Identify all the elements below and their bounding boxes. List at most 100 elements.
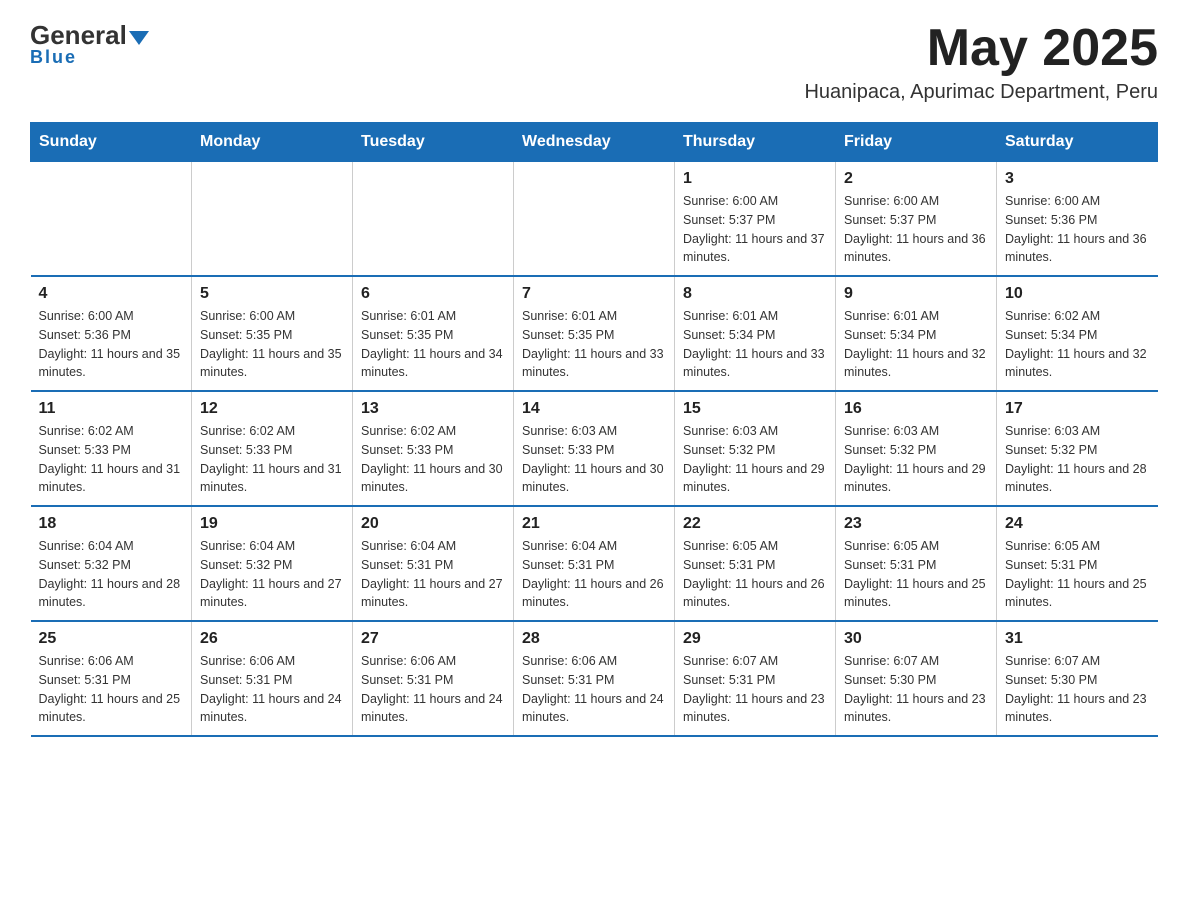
day-number: 18 xyxy=(39,515,184,533)
title-block: May 2025 Huanipaca, Apurimac Department,… xyxy=(804,20,1158,104)
week-row-2: 4Sunrise: 6:00 AMSunset: 5:36 PMDaylight… xyxy=(31,276,1158,391)
day-info: Sunrise: 6:00 AMSunset: 5:35 PMDaylight:… xyxy=(200,307,344,382)
day-number: 26 xyxy=(200,630,344,648)
day-info: Sunrise: 6:05 AMSunset: 5:31 PMDaylight:… xyxy=(1005,537,1150,612)
day-info: Sunrise: 6:00 AMSunset: 5:37 PMDaylight:… xyxy=(683,192,827,267)
day-info: Sunrise: 6:03 AMSunset: 5:33 PMDaylight:… xyxy=(522,422,666,497)
logo: General Blue xyxy=(30,20,149,68)
day-info: Sunrise: 6:03 AMSunset: 5:32 PMDaylight:… xyxy=(683,422,827,497)
calendar-cell: 15 Sunrise: 6:03 AMSunset: 5:32 PMDayligh… xyxy=(675,391,836,506)
day-number: 1 xyxy=(683,170,827,188)
day-info: Sunrise: 6:04 AMSunset: 5:32 PMDaylight:… xyxy=(200,537,344,612)
day-number: 10 xyxy=(1005,285,1150,303)
day-info: Sunrise: 6:01 AMSunset: 5:34 PMDaylight:… xyxy=(844,307,988,382)
calendar-cell: 26Sunrise: 6:06 AMSunset: 5:31 PMDayligh… xyxy=(192,621,353,736)
day-number: 27 xyxy=(361,630,505,648)
day-info: Sunrise: 6:00 AMSunset: 5:36 PMDaylight:… xyxy=(1005,192,1150,267)
calendar-cell xyxy=(353,162,514,277)
calendar-cell: 1 Sunrise: 6:00 AMSunset: 5:37 PMDaylight… xyxy=(675,162,836,277)
day-number: 5 xyxy=(200,285,344,303)
calendar-cell: 4Sunrise: 6:00 AMSunset: 5:36 PMDaylight… xyxy=(31,276,192,391)
calendar-cell: 3 Sunrise: 6:00 AMSunset: 5:36 PMDaylight… xyxy=(997,162,1158,277)
page-subtitle: Huanipaca, Apurimac Department, Peru xyxy=(804,81,1158,104)
day-number: 9 xyxy=(844,285,988,303)
day-info: Sunrise: 6:02 AMSunset: 5:33 PMDaylight:… xyxy=(200,422,344,497)
calendar-cell: 18 Sunrise: 6:04 AMSunset: 5:32 PMDayligh… xyxy=(31,506,192,621)
week-row-3: 11Sunrise: 6:02 AMSunset: 5:33 PMDayligh… xyxy=(31,391,1158,506)
day-number: 12 xyxy=(200,400,344,418)
header-wednesday: Wednesday xyxy=(514,123,675,162)
header-sunday: Sunday xyxy=(31,123,192,162)
day-number: 25 xyxy=(39,630,184,648)
day-info: Sunrise: 6:07 AMSunset: 5:30 PMDaylight:… xyxy=(1005,652,1150,727)
day-info: Sunrise: 6:00 AMSunset: 5:36 PMDaylight:… xyxy=(39,307,184,382)
day-number: 24 xyxy=(1005,515,1150,533)
page-header: General Blue May 2025 Huanipaca, Apurima… xyxy=(30,20,1158,104)
day-info: Sunrise: 6:01 AMSunset: 5:35 PMDaylight:… xyxy=(361,307,505,382)
day-info: Sunrise: 6:03 AMSunset: 5:32 PMDaylight:… xyxy=(1005,422,1150,497)
calendar-cell: 20 Sunrise: 6:04 AMSunset: 5:31 PMDayligh… xyxy=(353,506,514,621)
calendar-table: SundayMondayTuesdayWednesdayThursdayFrid… xyxy=(30,122,1158,737)
calendar-cell: 27Sunrise: 6:06 AMSunset: 5:31 PMDayligh… xyxy=(353,621,514,736)
calendar-cell: 23 Sunrise: 6:05 AMSunset: 5:31 PMDayligh… xyxy=(836,506,997,621)
day-number: 17 xyxy=(1005,400,1150,418)
day-info: Sunrise: 6:05 AMSunset: 5:31 PMDaylight:… xyxy=(683,537,827,612)
day-info: Sunrise: 6:00 AMSunset: 5:37 PMDaylight:… xyxy=(844,192,988,267)
day-info: Sunrise: 6:07 AMSunset: 5:30 PMDaylight:… xyxy=(844,652,988,727)
calendar-cell: 14 Sunrise: 6:03 AMSunset: 5:33 PMDayligh… xyxy=(514,391,675,506)
day-number: 16 xyxy=(844,400,988,418)
day-number: 30 xyxy=(844,630,988,648)
day-info: Sunrise: 6:02 AMSunset: 5:33 PMDaylight:… xyxy=(361,422,505,497)
day-info: Sunrise: 6:06 AMSunset: 5:31 PMDaylight:… xyxy=(522,652,666,727)
day-info: Sunrise: 6:04 AMSunset: 5:31 PMDaylight:… xyxy=(361,537,505,612)
day-number: 29 xyxy=(683,630,827,648)
day-info: Sunrise: 6:07 AMSunset: 5:31 PMDaylight:… xyxy=(683,652,827,727)
day-number: 3 xyxy=(1005,170,1150,188)
day-number: 31 xyxy=(1005,630,1150,648)
day-number: 23 xyxy=(844,515,988,533)
calendar-cell: 25 Sunrise: 6:06 AMSunset: 5:31 PMDayligh… xyxy=(31,621,192,736)
calendar-cell: 5 Sunrise: 6:00 AMSunset: 5:35 PMDaylight… xyxy=(192,276,353,391)
day-info: Sunrise: 6:01 AMSunset: 5:34 PMDaylight:… xyxy=(683,307,827,382)
day-info: Sunrise: 6:02 AMSunset: 5:33 PMDaylight:… xyxy=(39,422,184,497)
day-info: Sunrise: 6:05 AMSunset: 5:31 PMDaylight:… xyxy=(844,537,988,612)
day-info: Sunrise: 6:01 AMSunset: 5:35 PMDaylight:… xyxy=(522,307,666,382)
calendar-cell: 7 Sunrise: 6:01 AMSunset: 5:35 PMDaylight… xyxy=(514,276,675,391)
calendar-cell: 31 Sunrise: 6:07 AMSunset: 5:30 PMDayligh… xyxy=(997,621,1158,736)
header-monday: Monday xyxy=(192,123,353,162)
day-info: Sunrise: 6:04 AMSunset: 5:31 PMDaylight:… xyxy=(522,537,666,612)
day-number: 8 xyxy=(683,285,827,303)
day-number: 22 xyxy=(683,515,827,533)
calendar-cell: 11Sunrise: 6:02 AMSunset: 5:33 PMDayligh… xyxy=(31,391,192,506)
calendar-cell: 29 Sunrise: 6:07 AMSunset: 5:31 PMDayligh… xyxy=(675,621,836,736)
calendar-cell: 16 Sunrise: 6:03 AMSunset: 5:32 PMDayligh… xyxy=(836,391,997,506)
logo-blue-text: Blue xyxy=(30,47,77,68)
calendar-cell: 13Sunrise: 6:02 AMSunset: 5:33 PMDayligh… xyxy=(353,391,514,506)
header-friday: Friday xyxy=(836,123,997,162)
day-info: Sunrise: 6:06 AMSunset: 5:31 PMDaylight:… xyxy=(39,652,184,727)
calendar-cell: 22 Sunrise: 6:05 AMSunset: 5:31 PMDayligh… xyxy=(675,506,836,621)
calendar-cell: 9 Sunrise: 6:01 AMSunset: 5:34 PMDaylight… xyxy=(836,276,997,391)
week-row-4: 18 Sunrise: 6:04 AMSunset: 5:32 PMDayligh… xyxy=(31,506,1158,621)
day-info: Sunrise: 6:04 AMSunset: 5:32 PMDaylight:… xyxy=(39,537,184,612)
calendar-cell: 12 Sunrise: 6:02 AMSunset: 5:33 PMDayligh… xyxy=(192,391,353,506)
day-info: Sunrise: 6:03 AMSunset: 5:32 PMDaylight:… xyxy=(844,422,988,497)
day-number: 14 xyxy=(522,400,666,418)
calendar-cell: 2 Sunrise: 6:00 AMSunset: 5:37 PMDaylight… xyxy=(836,162,997,277)
header-thursday: Thursday xyxy=(675,123,836,162)
day-number: 15 xyxy=(683,400,827,418)
calendar-cell: 6Sunrise: 6:01 AMSunset: 5:35 PMDaylight… xyxy=(353,276,514,391)
calendar-cell: 28Sunrise: 6:06 AMSunset: 5:31 PMDayligh… xyxy=(514,621,675,736)
calendar-cell: 17 Sunrise: 6:03 AMSunset: 5:32 PMDayligh… xyxy=(997,391,1158,506)
day-number: 7 xyxy=(522,285,666,303)
page-title: May 2025 xyxy=(804,20,1158,77)
header-tuesday: Tuesday xyxy=(353,123,514,162)
day-number: 20 xyxy=(361,515,505,533)
week-row-1: 1 Sunrise: 6:00 AMSunset: 5:37 PMDaylight… xyxy=(31,162,1158,277)
calendar-cell xyxy=(514,162,675,277)
calendar-cell: 10Sunrise: 6:02 AMSunset: 5:34 PMDayligh… xyxy=(997,276,1158,391)
calendar-cell: 30 Sunrise: 6:07 AMSunset: 5:30 PMDayligh… xyxy=(836,621,997,736)
calendar-header-row: SundayMondayTuesdayWednesdayThursdayFrid… xyxy=(31,123,1158,162)
day-number: 2 xyxy=(844,170,988,188)
calendar-cell xyxy=(192,162,353,277)
